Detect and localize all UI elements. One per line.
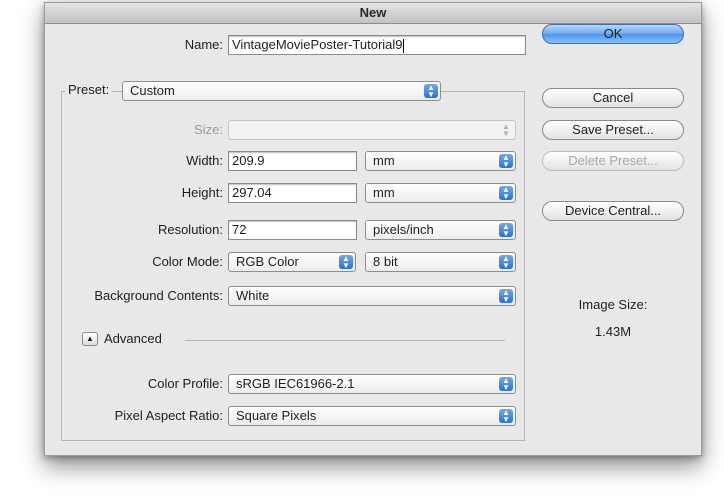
popup-arrows-icon: ▲ ▼ (502, 122, 510, 138)
popup-arrows-icon: ▲ ▼ (499, 186, 513, 201)
height-unit-select[interactable]: mm ▲ ▼ (365, 183, 516, 203)
color-profile-label: Color Profile: (147, 376, 223, 391)
advanced-divider (185, 340, 505, 341)
popup-arrows-icon: ▲ ▼ (499, 289, 513, 304)
width-unit-select[interactable]: mm ▲ ▼ (365, 151, 516, 171)
pixel-aspect-ratio-value: Square Pixels (236, 408, 317, 423)
resolution-label: Resolution: (157, 222, 223, 237)
popup-arrows-icon: ▲ ▼ (339, 255, 353, 270)
width-field[interactable]: 209.9 (228, 151, 357, 171)
cancel-button[interactable]: Cancel (542, 88, 684, 108)
popup-arrows-icon: ▲ ▼ (499, 255, 513, 270)
size-label: Size: (194, 122, 223, 137)
resolution-unit-select[interactable]: pixels/inch ▲ ▼ (365, 220, 516, 240)
popup-arrows-icon: ▲ ▼ (499, 377, 513, 392)
pixel-aspect-ratio-label: Pixel Aspect Ratio: (114, 408, 223, 423)
color-mode-label: Color Mode: (152, 254, 223, 269)
background-contents-value: White (236, 288, 270, 303)
background-contents-select[interactable]: White ▲ ▼ (228, 286, 516, 306)
bit-depth-value: 8 bit (373, 254, 398, 269)
color-mode-value: RGB Color (236, 254, 299, 269)
image-size-label: Image Size: (578, 297, 648, 312)
height-unit-value: mm (373, 185, 395, 200)
preset-label: Preset: (65, 82, 113, 97)
height-field[interactable]: 297.04 (228, 183, 357, 203)
text-cursor (402, 38, 404, 53)
size-select: ▲ ▼ (228, 120, 516, 140)
popup-arrows-icon: ▲ ▼ (424, 84, 438, 99)
pixel-aspect-ratio-select[interactable]: Square Pixels ▲ ▼ (228, 406, 516, 426)
color-mode-select[interactable]: RGB Color ▲ ▼ (228, 252, 356, 272)
width-unit-value: mm (373, 153, 395, 168)
image-size-value: 1.43M (594, 324, 632, 339)
advanced-label: Advanced (104, 331, 162, 346)
preset-select[interactable]: Custom ▲ ▼ (122, 81, 441, 101)
new-document-dialog: New Name: VintageMoviePoster-Tutorial9 P… (44, 2, 702, 456)
resolution-field[interactable]: 72 (228, 220, 357, 240)
preset-value: Custom (130, 83, 175, 98)
color-profile-select[interactable]: sRGB IEC61966-2.1 ▲ ▼ (228, 374, 516, 394)
name-label: Name: (184, 37, 223, 52)
bit-depth-select[interactable]: 8 bit ▲ ▼ (365, 252, 516, 272)
resolution-unit-value: pixels/inch (373, 222, 434, 237)
height-label: Height: (181, 185, 223, 200)
device-central-button[interactable]: Device Central... (542, 201, 684, 221)
popup-arrows-icon: ▲ ▼ (499, 223, 513, 238)
dialog-title: New (45, 3, 701, 24)
delete-preset-button: Delete Preset... (542, 151, 684, 171)
name-field[interactable]: VintageMoviePoster-Tutorial9 (228, 35, 526, 55)
save-preset-button[interactable]: Save Preset... (542, 120, 684, 140)
popup-arrows-icon: ▲ ▼ (499, 154, 513, 169)
background-contents-label: Background Contents: (94, 288, 223, 303)
color-profile-value: sRGB IEC61966-2.1 (236, 376, 355, 391)
width-label: Width: (186, 153, 223, 168)
ok-button[interactable]: OK (542, 24, 684, 44)
name-value: VintageMoviePoster-Tutorial9 (232, 37, 403, 52)
advanced-toggle-icon[interactable]: ▲ (82, 332, 98, 346)
popup-arrows-icon: ▲ ▼ (499, 409, 513, 424)
